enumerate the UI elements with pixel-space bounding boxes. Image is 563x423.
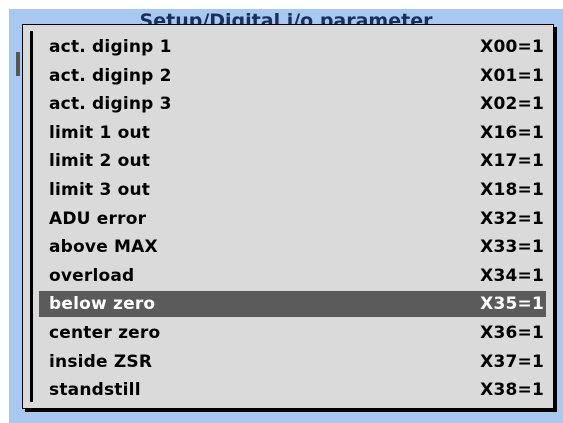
menu-item-limit-1-out[interactable]: limit 1 out X16=1 <box>39 120 546 146</box>
menu-item-value: X38=1 <box>480 380 544 401</box>
menu-item-value: X00=1 <box>480 37 544 57</box>
menu-item-label: center zero <box>49 323 161 343</box>
menu-item-above-max[interactable]: above MAX X33=1 <box>39 234 546 260</box>
menu-item-act-diginp-2[interactable]: act. diginp 2 X01=1 <box>39 63 546 89</box>
menu-item-value: X34=1 <box>480 265 544 286</box>
menu-item-value: X32=1 <box>480 208 544 229</box>
menu-item-overload[interactable]: overload X34=1 <box>39 263 546 289</box>
menu-item-inside-zsr[interactable]: inside ZSR X37=1 <box>39 349 546 375</box>
menu-item-label: ADU error <box>49 208 147 229</box>
menu-item-label: limit 1 out <box>49 122 151 143</box>
menu-item-label: act. diginp 2 <box>49 65 172 86</box>
menu-item-value: X16=1 <box>480 122 544 143</box>
menu-item-label: above MAX <box>49 237 158 258</box>
menu-item-value: X36=1 <box>480 323 544 343</box>
menu-item-value: X35=1 <box>480 294 544 315</box>
popup-menu: act. diginp 1 X00=1 act. diginp 2 X01=1 … <box>22 24 554 409</box>
menu-list: act. diginp 1 X00=1 act. diginp 2 X01=1 … <box>30 31 546 402</box>
menu-item-label: overload <box>49 265 135 286</box>
menu-item-value: X17=1 <box>480 151 544 172</box>
window-left-edge <box>16 52 20 76</box>
menu-item-value: X37=1 <box>480 351 544 372</box>
menu-item-value: X33=1 <box>480 237 544 258</box>
menu-item-adu-error[interactable]: ADU error X32=1 <box>39 206 546 232</box>
menu-item-label: below zero <box>49 294 156 315</box>
menu-item-label: act. diginp 1 <box>49 37 172 57</box>
menu-item-standstill[interactable]: standstill X38=1 <box>39 377 546 403</box>
menu-item-label: limit 2 out <box>49 151 151 172</box>
menu-item-limit-3-out[interactable]: limit 3 out X18=1 <box>39 177 546 203</box>
menu-item-label: inside ZSR <box>49 351 153 372</box>
menu-item-center-zero[interactable]: center zero X36=1 <box>39 320 546 346</box>
menu-item-label: standstill <box>49 380 141 401</box>
menu-item-limit-2-out[interactable]: limit 2 out X17=1 <box>39 148 546 174</box>
menu-item-value: X18=1 <box>480 180 544 200</box>
menu-item-label: act. diginp 3 <box>49 94 172 115</box>
menu-item-value: X02=1 <box>480 94 544 115</box>
menu-item-act-diginp-1[interactable]: act. diginp 1 X00=1 <box>39 34 546 60</box>
menu-item-label: limit 3 out <box>49 180 151 200</box>
menu-item-value: X01=1 <box>480 65 544 86</box>
menu-item-below-zero[interactable]: below zero X35=1 <box>39 291 546 318</box>
menu-item-act-diginp-3[interactable]: act. diginp 3 X02=1 <box>39 91 546 117</box>
